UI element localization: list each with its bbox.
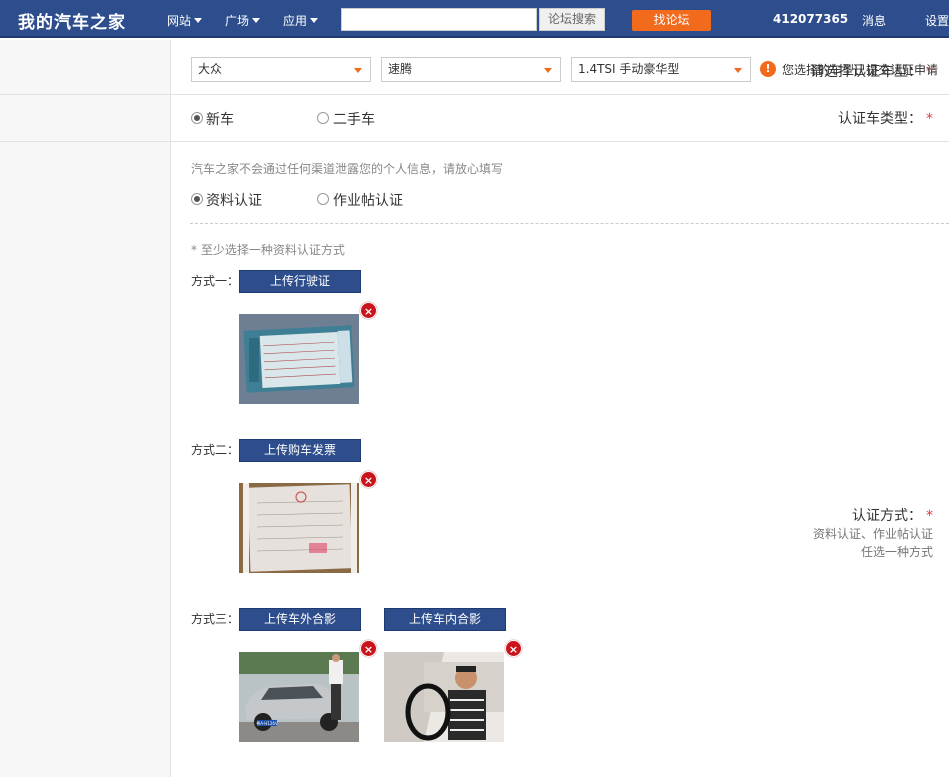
label-text: 认证车类型： <box>838 111 922 127</box>
radio-new-car[interactable] <box>191 112 203 124</box>
row-divider <box>0 94 949 95</box>
upload-interior-photo-button[interactable]: 上传车内合影 <box>384 608 506 631</box>
model-select-value: 1.4TSI 手动豪华型 <box>578 62 680 76</box>
radio-label-post-auth[interactable]: 作业帖认证 <box>333 190 403 210</box>
auth-method-subtext: 资料认证、作业帖认证 <box>812 527 933 541</box>
brand-select[interactable]: 大众 <box>191 57 371 82</box>
series-select[interactable]: 速腾 <box>381 57 561 82</box>
auth-method-label: 认证方式： * <box>778 505 949 525</box>
nav-menu-label: 应用 <box>283 14 308 28</box>
radio-label-used-car[interactable]: 二手车 <box>333 109 375 129</box>
nav-menu-label: 广场 <box>225 14 250 28</box>
way-3-label: 方式三： <box>191 612 240 626</box>
upload-invoice-button[interactable]: 上传购车发票 <box>239 439 361 462</box>
interior-photo-image <box>384 652 504 742</box>
series-select-value: 速腾 <box>388 62 413 76</box>
messages-menu[interactable]: 消息 <box>862 12 894 29</box>
radio-used-car[interactable] <box>317 112 329 124</box>
auth-method-subtext: 任选一种方式 <box>860 545 933 559</box>
upload-exterior-photo-button[interactable]: 上传车外合影 <box>239 608 361 631</box>
user-id-link[interactable]: 412077365 <box>773 12 848 26</box>
delete-photo-icon[interactable]: × <box>505 640 522 657</box>
settings-link[interactable]: 设置 <box>925 12 949 29</box>
nav-menu-square[interactable]: 广场 <box>225 12 261 29</box>
warning-icon: ! <box>760 61 776 77</box>
radio-post-auth[interactable] <box>317 193 329 205</box>
top-navigation-bar: 我的汽车之家 网站 广场 应用 论坛搜索 找论坛 412077365 消息 设置 <box>0 0 949 38</box>
delete-photo-icon[interactable]: × <box>360 471 377 488</box>
chevron-down-icon <box>194 18 203 23</box>
submission-warning: 您选择的车型已提交认证申请 <box>782 63 939 77</box>
minimum-hint: * 至少选择一种资料认证方式 <box>191 243 345 257</box>
dropdown-arrow-icon <box>544 68 552 73</box>
way-2-label: 方式二： <box>191 443 240 457</box>
form-label-column <box>0 40 171 777</box>
license-plate-text: 粤A·H126V <box>256 720 278 726</box>
delete-photo-icon[interactable]: × <box>360 302 377 319</box>
section-divider <box>190 223 949 224</box>
find-forum-button[interactable]: 找论坛 <box>632 10 711 31</box>
radio-label-new-car[interactable]: 新车 <box>206 109 234 129</box>
radio-label-document-auth[interactable]: 资料认证 <box>206 190 262 210</box>
interior-photo[interactable] <box>384 652 504 742</box>
invoice-photo-image <box>239 483 359 573</box>
invoice-photo[interactable] <box>239 483 359 573</box>
delete-photo-icon[interactable]: × <box>360 640 377 657</box>
upload-license-button[interactable]: 上传行驶证 <box>239 270 361 293</box>
exterior-photo[interactable]: 粤A·H126V <box>239 652 359 742</box>
chevron-down-icon <box>252 18 261 23</box>
license-photo-image <box>239 314 359 404</box>
dropdown-arrow-icon <box>354 68 362 73</box>
label-text: 认证方式： <box>852 508 922 524</box>
car-type-label: 认证车类型： * <box>778 108 949 128</box>
chevron-down-icon <box>310 18 319 23</box>
messages-label: 消息 <box>862 14 887 28</box>
dropdown-arrow-icon <box>734 68 742 73</box>
model-select[interactable]: 1.4TSI 手动豪华型 <box>571 57 751 82</box>
site-logo[interactable]: 我的汽车之家 <box>18 8 126 33</box>
brand-select-value: 大众 <box>198 62 223 76</box>
forum-search-input[interactable] <box>341 8 537 31</box>
radio-document-auth[interactable] <box>191 193 203 205</box>
way-1-label: 方式一： <box>191 274 240 288</box>
required-star: * <box>926 508 933 524</box>
required-star: * <box>926 111 933 127</box>
row-divider <box>0 141 949 142</box>
exterior-photo-image: 粤A·H126V <box>239 652 359 742</box>
forum-search-button[interactable]: 论坛搜索 <box>539 8 605 31</box>
nav-menu-website[interactable]: 网站 <box>167 12 203 29</box>
license-photo[interactable] <box>239 314 359 404</box>
nav-menu-label: 网站 <box>167 14 192 28</box>
privacy-notice: 汽车之家不会通过任何渠道泄露您的个人信息，请放心填写 <box>191 162 504 176</box>
nav-menu-apps[interactable]: 应用 <box>283 12 319 29</box>
